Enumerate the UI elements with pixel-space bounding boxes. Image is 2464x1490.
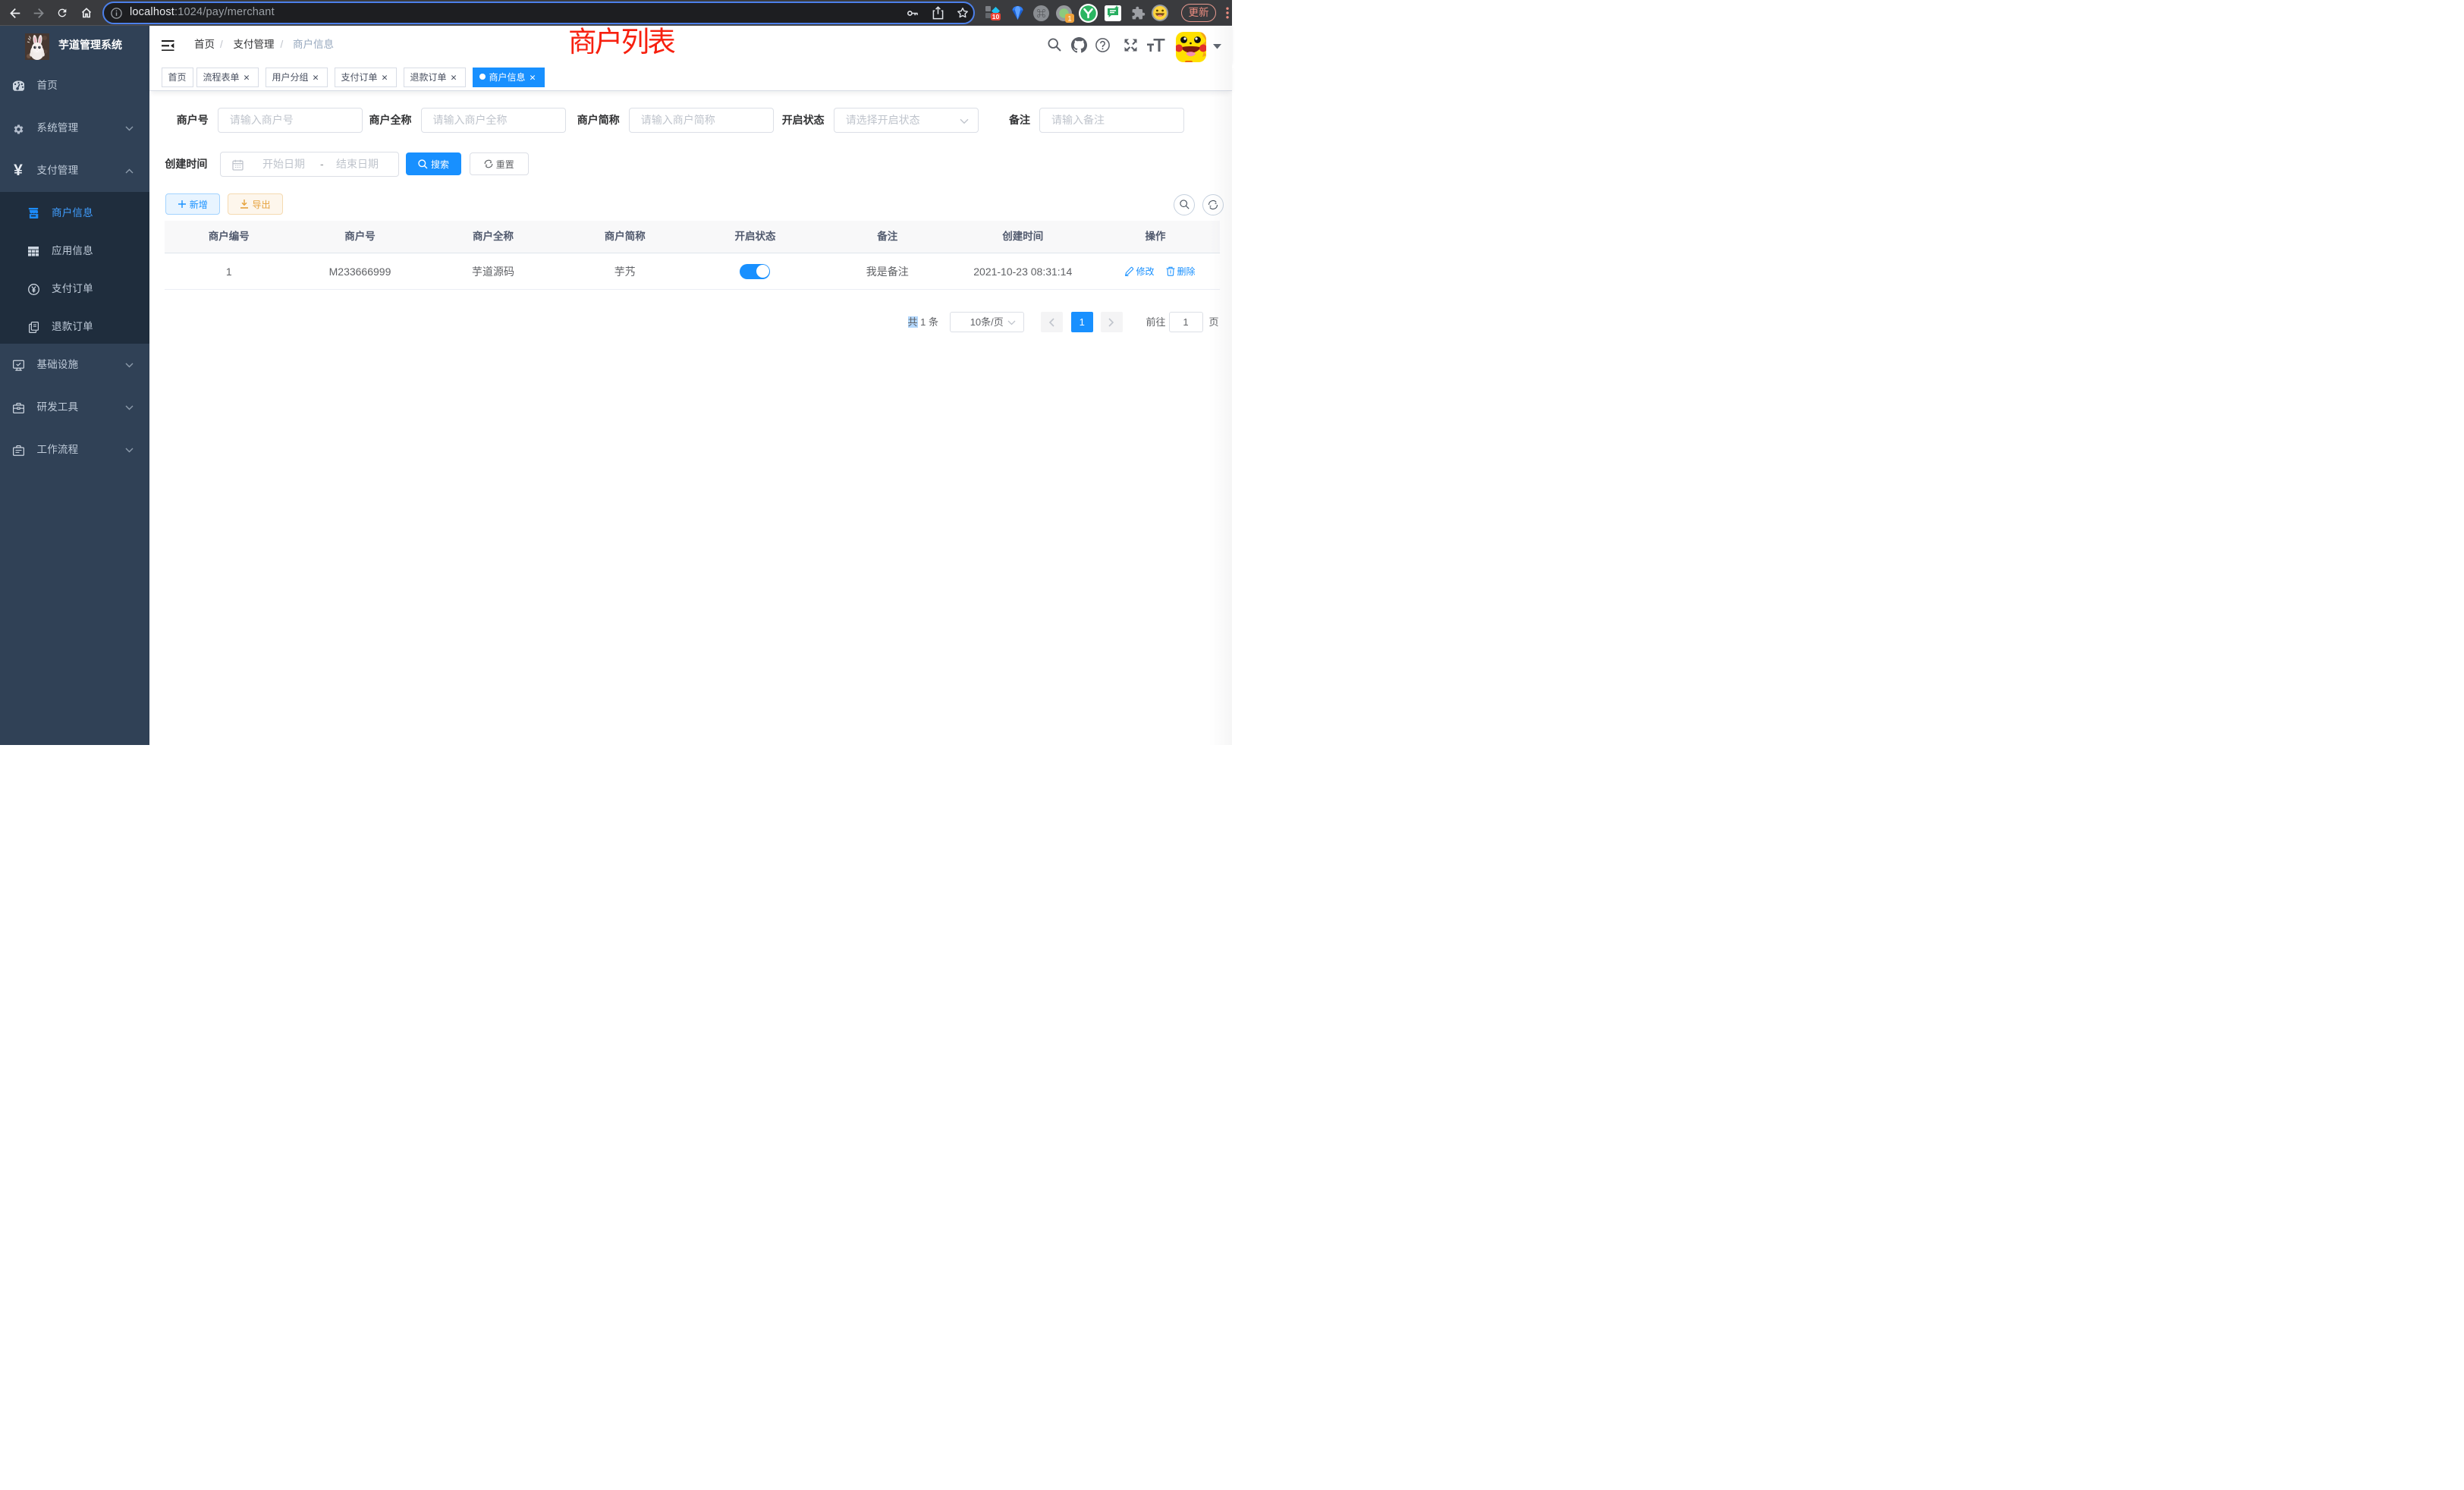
svg-text:1: 1 bbox=[1067, 14, 1071, 23]
svg-text:10: 10 bbox=[992, 13, 1000, 20]
svg-text:⌘: ⌘ bbox=[1036, 8, 1045, 19]
